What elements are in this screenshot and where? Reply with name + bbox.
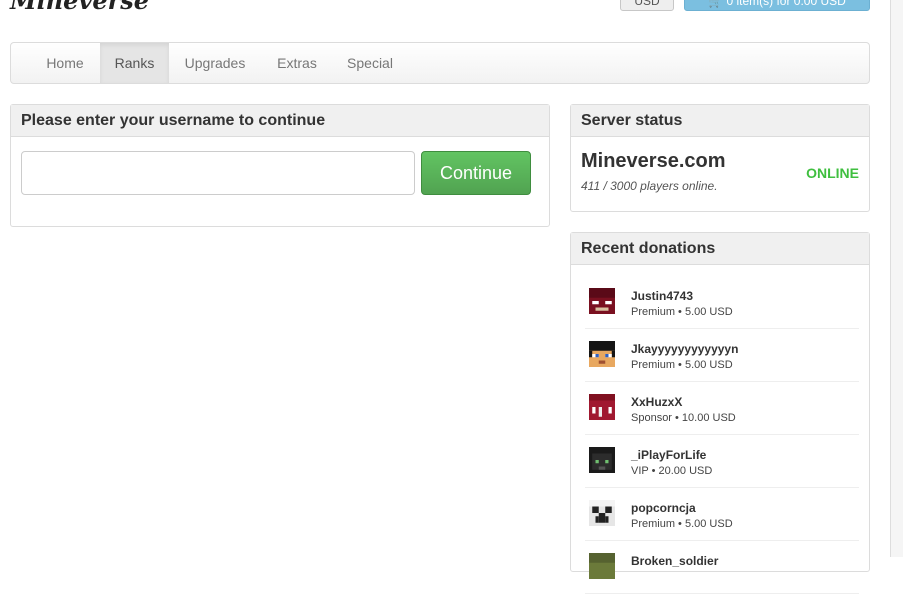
donation-info: Sponsor • 10.00 USD [631,412,736,424]
red-skin-avatar-icon [589,288,615,314]
black-hair-skin-avatar-icon [589,341,615,367]
players-online: 411 / 3000 players online. [581,179,718,193]
donor-name: XxHuzxX [631,395,683,409]
donation-item: Jkayyyyyyyyyyyyn Premium • 5.00 USD [585,329,859,382]
donor-name: Broken_soldier [631,554,719,568]
donation-info: Premium • 5.00 USD [631,306,733,318]
server-status-panel: Server status Mineverse.com 411 / 3000 p… [570,104,870,212]
server-status-title: Server status [571,105,869,137]
dark-skin-avatar-icon [589,447,615,473]
donor-name: Jkayyyyyyyyyyyyn [631,342,739,356]
nav-ranks[interactable]: Ranks [100,43,169,83]
donor-name: _iPlayForLife [631,448,707,462]
continue-button[interactable]: Continue [421,151,531,195]
nav-extras[interactable]: Extras [261,43,333,83]
donation-item: popcorncja Premium • 5.00 USD [585,488,859,541]
nav-upgrades[interactable]: Upgrades [171,43,259,83]
username-panel-title: Please enter your username to continue [11,105,549,137]
donation-item: Justin4743 Premium • 5.00 USD [585,276,859,329]
cart-button[interactable]: 🛒 0 item(s) for 0.00 USD [684,0,870,11]
site-logo[interactable]: Mineverse [10,0,149,15]
status-badge: ONLINE [806,165,859,181]
main-nav: Home Ranks Upgrades Extras Special [10,42,870,84]
donation-info: Premium • 5.00 USD [631,359,733,371]
username-input[interactable] [21,151,415,195]
donor-name: popcorncja [631,501,696,515]
white-creeper-skin-avatar-icon [589,500,615,526]
nav-home[interactable]: Home [31,43,99,83]
recent-donations-panel: Recent donations Justin4743 Premium • 5.… [570,232,870,594]
currency-button[interactable]: USD [620,0,674,11]
donor-name: Justin4743 [631,289,694,303]
donation-item: _iPlayForLife VIP • 20.00 USD [585,435,859,488]
donation-info: Premium • 5.00 USD [631,518,733,530]
server-name: Mineverse.com [581,150,726,172]
nav-special[interactable]: Special [335,43,405,83]
crimson-skin-avatar-icon [589,394,615,420]
donation-item: Broken_soldier [585,541,859,594]
donation-info: VIP • 20.00 USD [631,465,713,477]
page-scrollbar[interactable] [890,0,903,557]
donation-item: XxHuzxX Sponsor • 10.00 USD [585,382,859,435]
username-panel: Please enter your username to continue C… [10,104,550,227]
recent-donations-title: Recent donations [571,233,869,265]
